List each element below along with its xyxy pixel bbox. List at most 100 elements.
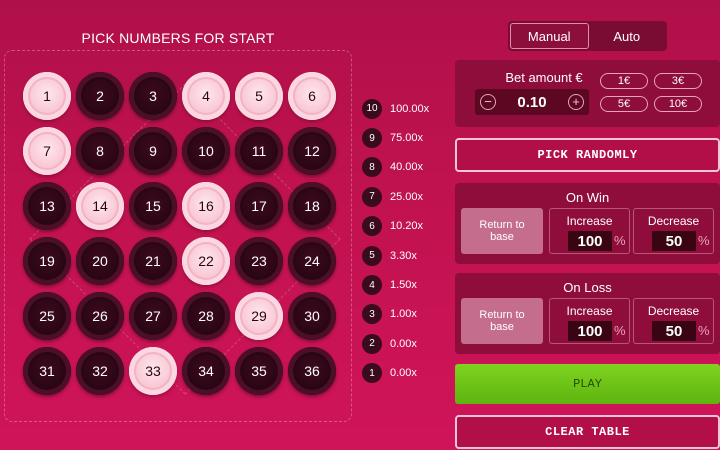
- mode-manual-button[interactable]: Manual: [510, 23, 589, 49]
- number-ball-20[interactable]: 20: [76, 237, 124, 285]
- number-ball-32[interactable]: 32: [76, 347, 124, 395]
- number-ball-16[interactable]: 16: [182, 182, 230, 230]
- number-ball-19[interactable]: 19: [23, 237, 71, 285]
- on-win-panel: On Win Return to base Increase 100 % Decr…: [455, 183, 720, 264]
- on-win-return-to-base-button[interactable]: Return to base: [461, 208, 543, 254]
- on-win-increase-label: Increase: [566, 214, 613, 228]
- chip-3-button[interactable]: 3€: [654, 73, 702, 89]
- payout-multiplier: 100.00x: [390, 102, 430, 115]
- chip-10-button[interactable]: 10€: [654, 96, 702, 112]
- payout-hits: 4: [362, 275, 382, 296]
- payout-multiplier: 0.00x: [390, 367, 417, 380]
- number-ball-21[interactable]: 21: [129, 237, 177, 285]
- payout-hits: 9: [362, 128, 382, 149]
- on-loss-decrease-box: Decrease 50 %: [633, 298, 714, 344]
- mode-auto-button[interactable]: Auto: [589, 23, 666, 49]
- payout-multiplier: 75.00x: [390, 132, 424, 145]
- payout-row: 5 3.30x: [362, 241, 452, 270]
- number-ball-7[interactable]: 7: [23, 127, 71, 175]
- payout-row: 3 1.00x: [362, 300, 452, 329]
- number-ball-27[interactable]: 27: [129, 292, 177, 340]
- payout-row: 6 10.20x: [362, 212, 452, 241]
- payout-hits: 7: [362, 186, 382, 207]
- payout-row: 2 0.00x: [362, 329, 452, 358]
- mode-toggle: Manual Auto: [508, 21, 667, 51]
- on-loss-panel: On Loss Return to base Increase 100 % Dec…: [455, 273, 720, 354]
- payout-hits: 8: [362, 157, 382, 178]
- on-loss-title: On Loss: [563, 280, 612, 295]
- on-win-title: On Win: [565, 190, 610, 205]
- payout-row: 7 25.00x: [362, 182, 452, 211]
- payout-multiplier: 0.00x: [390, 337, 417, 350]
- number-ball-10[interactable]: 10: [182, 127, 230, 175]
- pick-randomly-button[interactable]: PICK RANDOMLY: [455, 138, 720, 172]
- number-ball-9[interactable]: 9: [129, 127, 177, 175]
- number-ball-1[interactable]: 1: [23, 72, 71, 120]
- number-ball-15[interactable]: 15: [129, 182, 177, 230]
- return-to-base-label: Return to base: [479, 219, 525, 243]
- number-ball-36[interactable]: 36: [288, 347, 336, 395]
- bet-amount-label: Bet amount €: [505, 70, 583, 85]
- play-button[interactable]: PLAY: [455, 364, 720, 404]
- payout-row: 4 1.50x: [362, 270, 452, 299]
- payout-multiplier: 1.50x: [390, 279, 417, 292]
- on-win-increase-input[interactable]: 100: [568, 231, 612, 251]
- payout-multiplier: 25.00x: [390, 190, 424, 203]
- number-ball-35[interactable]: 35: [235, 347, 283, 395]
- chip-5-button[interactable]: 5€: [600, 96, 648, 112]
- number-ball-4[interactable]: 4: [182, 72, 230, 120]
- number-ball-30[interactable]: 30: [288, 292, 336, 340]
- payout-multiplier: 1.00x: [390, 308, 417, 321]
- payout-multiplier: 3.30x: [390, 249, 417, 262]
- percent-sign: %: [698, 233, 710, 248]
- on-loss-increase-label: Increase: [566, 304, 613, 318]
- payout-hits: 2: [362, 333, 382, 354]
- number-ball-34[interactable]: 34: [182, 347, 230, 395]
- on-win-decrease-box: Decrease 50 %: [633, 208, 714, 254]
- decrease-bet-button[interactable]: −: [480, 94, 496, 110]
- board-title: PICK NUMBERS FOR START: [81, 30, 275, 46]
- bet-panel: Bet amount € − 0.10 + 1€ 3€ 5€ 10€: [455, 60, 720, 127]
- number-ball-17[interactable]: 17: [235, 182, 283, 230]
- payout-row: 8 40.00x: [362, 153, 452, 182]
- number-ball-22[interactable]: 22: [182, 237, 230, 285]
- payout-row: 10 100.00x: [362, 94, 452, 123]
- on-loss-decrease-input[interactable]: 50: [652, 321, 696, 341]
- bet-amount-value[interactable]: 0.10: [517, 94, 546, 111]
- bet-amount-field: − 0.10 +: [475, 89, 589, 115]
- on-loss-increase-input[interactable]: 100: [568, 321, 612, 341]
- number-ball-33[interactable]: 33: [129, 347, 177, 395]
- number-ball-13[interactable]: 13: [23, 182, 71, 230]
- number-ball-26[interactable]: 26: [76, 292, 124, 340]
- number-ball-24[interactable]: 24: [288, 237, 336, 285]
- number-ball-2[interactable]: 2: [76, 72, 124, 120]
- chip-1-button[interactable]: 1€: [600, 73, 648, 89]
- number-ball-8[interactable]: 8: [76, 127, 124, 175]
- number-grid: 1 2 3 4 5 6 7 8 9 10 11 12 13 14 15 16 17 18 19 20 21 22 23 24 2…: [23, 72, 336, 395]
- number-ball-25[interactable]: 25: [23, 292, 71, 340]
- clear-table-button[interactable]: CLEAR TABLE: [455, 415, 720, 449]
- on-win-increase-box: Increase 100 %: [549, 208, 630, 254]
- number-ball-18[interactable]: 18: [288, 182, 336, 230]
- on-win-decrease-input[interactable]: 50: [652, 231, 696, 251]
- number-ball-23[interactable]: 23: [235, 237, 283, 285]
- number-ball-5[interactable]: 5: [235, 72, 283, 120]
- number-ball-29[interactable]: 29: [235, 292, 283, 340]
- number-ball-6[interactable]: 6: [288, 72, 336, 120]
- payout-hits: 1: [362, 363, 382, 384]
- number-ball-14[interactable]: 14: [76, 182, 124, 230]
- on-loss-return-to-base-button[interactable]: Return to base: [461, 298, 543, 344]
- number-ball-12[interactable]: 12: [288, 127, 336, 175]
- percent-sign: %: [698, 323, 710, 338]
- increase-bet-button[interactable]: +: [567, 94, 584, 110]
- number-ball-3[interactable]: 3: [129, 72, 177, 120]
- percent-sign: %: [614, 233, 626, 248]
- on-win-decrease-label: Decrease: [647, 214, 700, 228]
- payout-row: 1 0.00x: [362, 359, 452, 388]
- payout-hits: 3: [362, 304, 382, 325]
- number-ball-31[interactable]: 31: [23, 347, 71, 395]
- return-to-base-label: Return to base: [479, 309, 525, 333]
- number-ball-11[interactable]: 11: [235, 127, 283, 175]
- number-ball-28[interactable]: 28: [182, 292, 230, 340]
- payout-row: 9 75.00x: [362, 123, 452, 152]
